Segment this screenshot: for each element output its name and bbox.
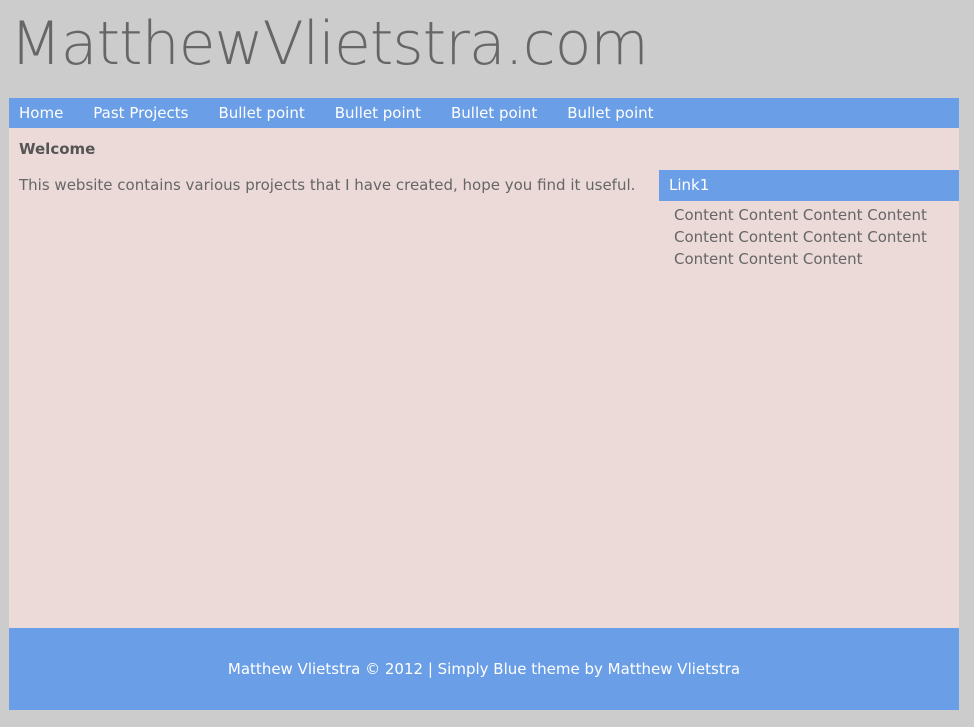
nav-item-bullet-point-4[interactable]: Bullet point [557,98,668,128]
nav-item-bullet-point-2[interactable]: Bullet point [325,98,436,128]
page: MatthewVlietstra.com Home Past Projects … [0,0,974,727]
nav-item-bullet-point-1[interactable]: Bullet point [208,98,319,128]
nav-item-bullet-point-3[interactable]: Bullet point [441,98,552,128]
footer: Matthew Vlietstra © 2012 | Simply Blue t… [9,628,959,710]
sidebar: Link1 Content Content Content Content Co… [659,170,959,270]
nav-item-home[interactable]: Home [9,98,78,128]
main-nav: Home Past Projects Bullet point Bullet p… [9,98,959,128]
welcome-heading: Welcome [19,140,96,158]
sidebar-link1[interactable]: Link1 [659,170,959,201]
site-title: MatthewVlietstra.com [10,9,649,79]
content-area: Welcome This website contains various pr… [9,128,959,628]
footer-text: Matthew Vlietstra © 2012 | Simply Blue t… [227,660,741,678]
sidebar-content: Content Content Content Content Content … [674,206,927,268]
intro-text: This website contains various projects t… [19,176,636,194]
nav-item-past-projects[interactable]: Past Projects [83,98,203,128]
